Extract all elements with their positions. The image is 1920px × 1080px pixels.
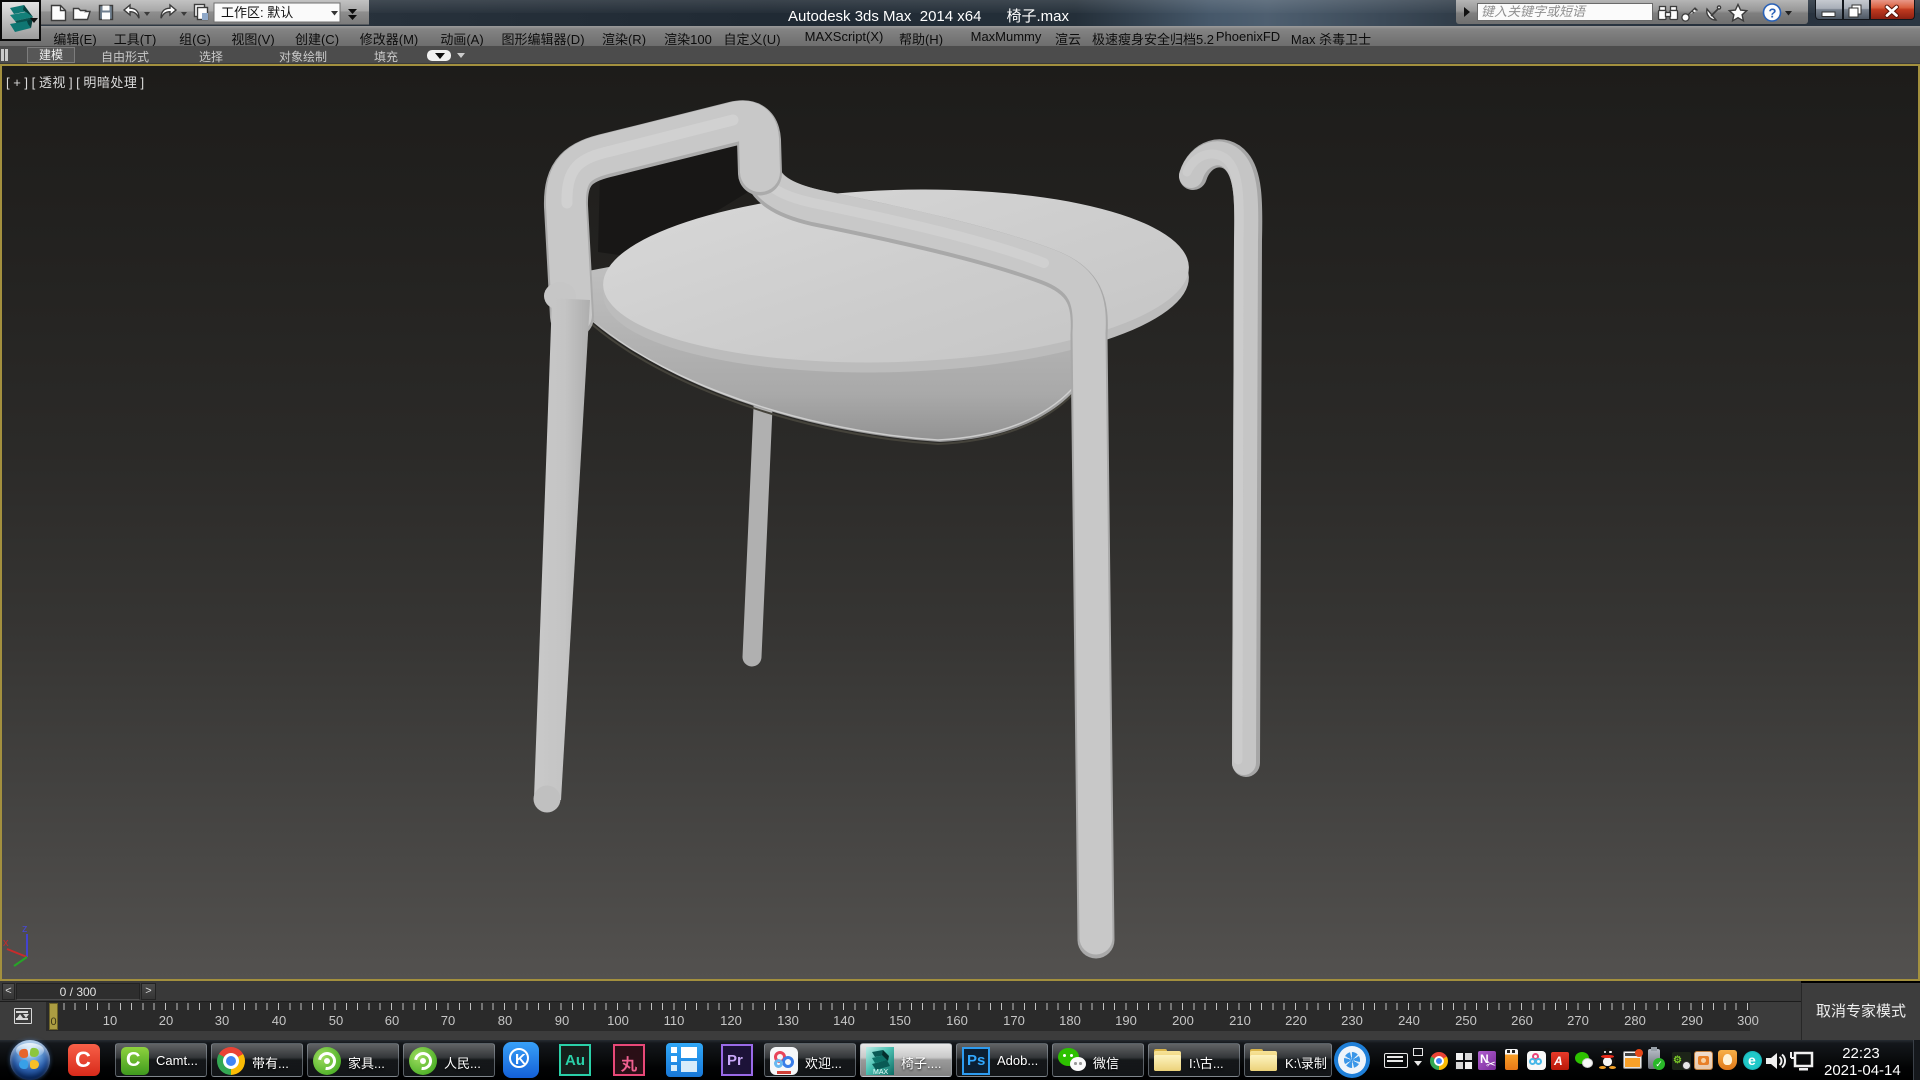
svg-text:MAX: MAX xyxy=(873,1069,889,1075)
svg-text:x: x xyxy=(3,937,9,949)
svg-text:z: z xyxy=(22,923,28,935)
